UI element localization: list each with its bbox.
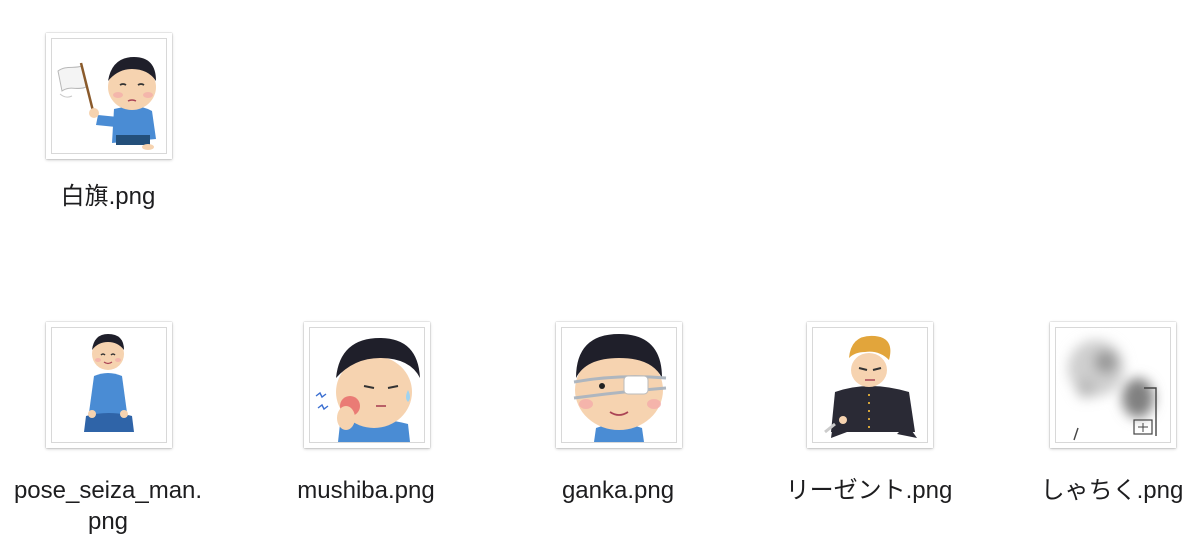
file-name-label: pose_seiza_man.	[13, 477, 203, 504]
file-thumbnail[interactable]	[46, 322, 172, 448]
eye-patch-boy-icon	[573, 334, 667, 442]
white-flag-person-icon	[57, 57, 156, 150]
file-thumbnail[interactable]	[807, 322, 933, 448]
blurred-drawing-icon	[1068, 340, 1157, 441]
file-thumbnail[interactable]	[556, 322, 682, 448]
toothache-boy-icon	[315, 338, 420, 442]
file-thumbnail[interactable]	[1050, 322, 1176, 448]
file-thumbnail[interactable]	[46, 33, 172, 159]
regent-delinquent-icon	[824, 335, 917, 438]
file-name-label: ganka.png	[561, 477, 675, 504]
seiza-man-icon	[84, 334, 134, 432]
file-thumbnail[interactable]	[304, 322, 430, 448]
file-name-label: mushiba.png	[297, 477, 435, 504]
file-name-label: 白旗.png	[60, 183, 156, 210]
file-name-label: しゃちく.png	[1040, 477, 1184, 504]
file-name-label: リーゼント.png	[785, 477, 953, 504]
file-name-label-line2: png	[87, 508, 129, 535]
